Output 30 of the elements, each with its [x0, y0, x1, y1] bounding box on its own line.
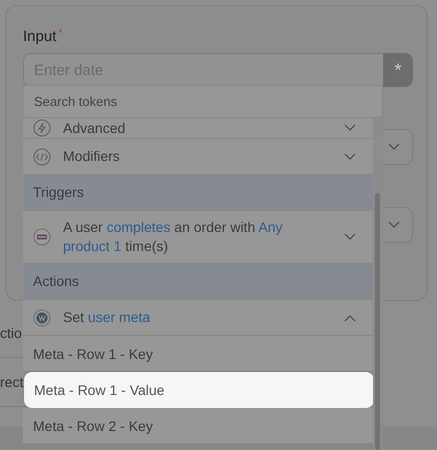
chevron-icon[interactable]	[344, 233, 356, 241]
search-field[interactable]: Search tokens	[23, 85, 383, 118]
token-group-row[interactable]: Modifiers	[23, 139, 373, 175]
chevron-icon[interactable]	[344, 124, 356, 132]
bolt-icon	[33, 119, 51, 137]
token-group-row[interactable]: Set user meta	[23, 300, 373, 336]
scrollbar-thumb[interactable]	[375, 193, 380, 450]
section-header: Actions	[33, 272, 80, 291]
section-header: Triggers	[33, 183, 85, 202]
chevron-icon[interactable]	[388, 143, 400, 151]
token-option[interactable]: Meta - Row 2 - Key	[23, 408, 373, 444]
field-label: Input	[23, 28, 56, 45]
chevron-icon[interactable]	[388, 221, 400, 229]
chevron-icon[interactable]	[344, 314, 356, 322]
partial-label: rect	[0, 373, 24, 392]
store-icon	[33, 228, 51, 246]
group-title: Modifiers	[63, 147, 121, 166]
token-group-row[interactable]: Advanced	[23, 118, 373, 139]
group-title: A user completes an order with Any product 1 time(s)	[63, 218, 284, 256]
wordpress-icon	[33, 308, 51, 326]
token-option[interactable]: Meta - Row 1 - Key	[23, 336, 373, 372]
required-mark: *	[58, 28, 62, 41]
group-title: Set user meta	[63, 308, 152, 327]
code-icon	[33, 148, 51, 166]
chevron-icon[interactable]	[344, 152, 356, 160]
group-title: Advanced	[63, 120, 126, 136]
token-option[interactable]: Meta - Row 1 - Value	[24, 372, 374, 408]
token-button[interactable]: *	[383, 53, 413, 87]
partial-label: ctio	[0, 324, 22, 343]
token-group-row[interactable]: A user completes an order with Any product 1 time(s)	[23, 211, 373, 264]
